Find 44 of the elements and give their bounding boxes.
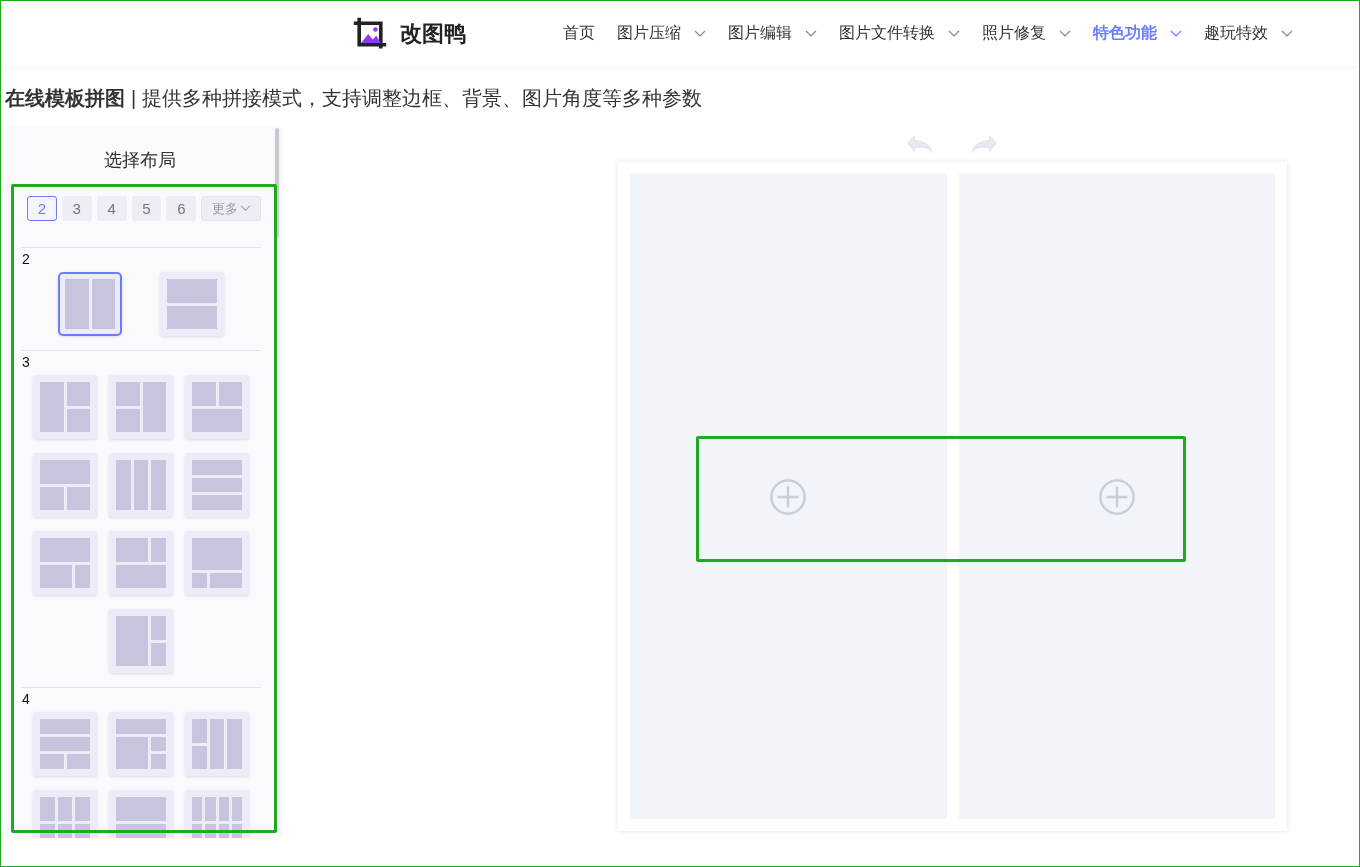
nav-item[interactable]: 首页 [563, 23, 595, 44]
nav-item[interactable]: 特色功能 [1093, 23, 1182, 44]
add-icon[interactable] [1097, 477, 1136, 516]
nav-item[interactable]: 图片文件转换 [839, 23, 960, 44]
layout-thumbnail[interactable] [33, 375, 97, 439]
layout-thumbnail[interactable] [109, 375, 173, 439]
image-slot[interactable] [630, 174, 947, 819]
page-description: 提供多种拼接模式，支持调整边框、背景、图片角度等多种参数 [142, 85, 703, 111]
layout-thumbnail[interactable] [33, 790, 97, 838]
count-tab[interactable]: 2 [27, 196, 57, 221]
layout-thumbnail[interactable] [185, 712, 249, 776]
layout-thumbnail[interactable] [185, 531, 249, 595]
scrollbar[interactable] [275, 128, 279, 238]
layout-thumbnail[interactable] [109, 790, 173, 838]
add-icon[interactable] [769, 477, 808, 516]
section-label: 4 [22, 690, 31, 709]
caret-icon [239, 205, 251, 212]
layout-thumbnail[interactable] [109, 531, 173, 595]
layout-thumbnail[interactable] [33, 453, 97, 517]
nav-item[interactable]: 图片压缩 [617, 23, 706, 44]
image-slot[interactable] [958, 174, 1275, 819]
logo-text: 改图鸭 [400, 19, 466, 48]
layout-thumbnail[interactable] [58, 272, 123, 336]
section-label: 3 [22, 353, 31, 372]
count-tab[interactable]: 5 [131, 196, 162, 221]
section-label: 2 [22, 250, 31, 269]
nav-item[interactable]: 图片编辑 [728, 23, 817, 44]
layout-thumbnail[interactable] [109, 609, 173, 673]
layout-thumbnail[interactable] [33, 531, 97, 595]
layout-thumbnail[interactable] [185, 375, 249, 439]
count-tab[interactable]: 6 [166, 196, 197, 221]
separator: | [131, 86, 137, 110]
nav-item[interactable]: 趣玩特效 [1204, 23, 1293, 44]
layout-thumbnail[interactable] [109, 712, 173, 776]
nav-item[interactable]: 照片修复 [982, 23, 1071, 44]
layout-thumbnail[interactable] [185, 453, 249, 517]
layout-thumbnail[interactable] [185, 790, 249, 838]
page-title: 在线模板拼图 [5, 85, 125, 111]
count-tab[interactable]: 4 [96, 196, 127, 221]
layout-thumbnail[interactable] [159, 272, 224, 336]
panel-title: 选择布局 [103, 149, 177, 172]
count-tab[interactable]: 3 [61, 196, 92, 221]
layout-thumbnail[interactable] [109, 453, 173, 517]
layout-thumbnail[interactable] [33, 712, 97, 776]
